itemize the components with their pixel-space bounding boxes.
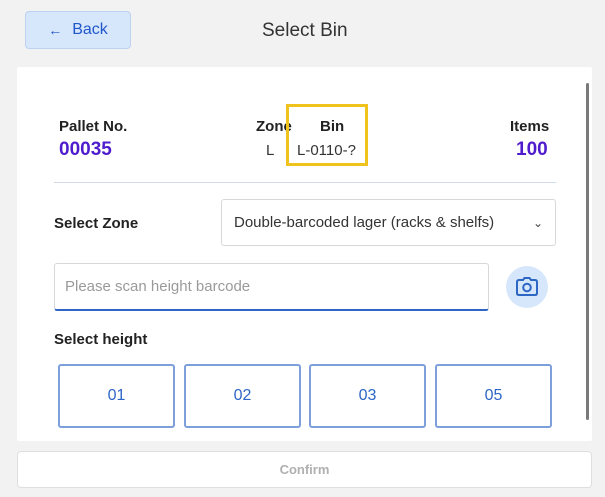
pallet-value: 00035 <box>59 139 112 160</box>
bin-label: Bin <box>320 118 345 135</box>
chevron-down-icon: ⌄ <box>532 215 543 230</box>
back-button[interactable]: ← Back <box>25 11 131 49</box>
zone-value: L <box>266 142 275 159</box>
arrow-left-icon: ← <box>48 22 63 38</box>
height-option-01[interactable]: 01 <box>58 364 175 428</box>
zone-select-value: Double-barcoded lager (racks & shelfs) <box>234 214 495 231</box>
height-option-03[interactable]: 03 <box>309 364 426 428</box>
divider <box>54 182 556 183</box>
camera-button[interactable] <box>506 266 548 308</box>
page-title: Select Bin <box>262 20 348 41</box>
height-option-05[interactable]: 05 <box>435 364 552 428</box>
bin-value: L-0110-? <box>297 142 356 159</box>
height-option-02[interactable]: 02 <box>184 364 301 428</box>
select-height-label: Select height <box>54 331 148 348</box>
bin-selection-card: Pallet No. 00035 Zone L Bin L-0110-? Ite… <box>17 67 592 441</box>
back-button-label: Back <box>72 21 108 38</box>
height-barcode-input[interactable] <box>54 263 489 311</box>
camera-icon <box>516 277 538 296</box>
confirm-button[interactable]: Confirm <box>17 451 592 488</box>
pallet-label: Pallet No. <box>59 118 128 135</box>
items-label: Items <box>510 118 550 135</box>
items-value: 100 <box>516 139 548 160</box>
zone-select[interactable]: Double-barcoded lager (racks & shelfs) ⌄ <box>221 199 556 246</box>
select-zone-label: Select Zone <box>54 215 139 232</box>
scrollbar[interactable] <box>586 83 589 420</box>
